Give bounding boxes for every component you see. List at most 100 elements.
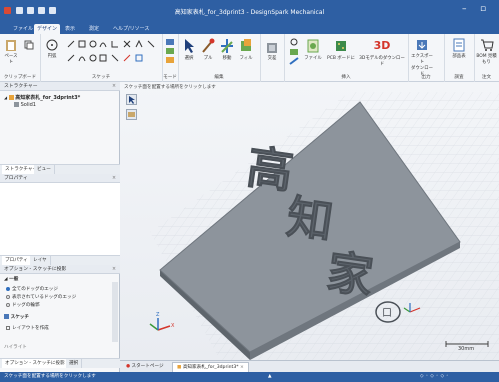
insert-file-button[interactable]: ファイル bbox=[302, 38, 324, 61]
ribbon-group-output: エクスポート ダウンロード 出力 bbox=[408, 34, 445, 82]
section-general[interactable]: ◢ 一般 bbox=[4, 276, 18, 282]
status-bar: スケッチ面を配置する場所をクリックします ▲ ◇◦◇◦◇◦ bbox=[0, 372, 499, 382]
checkbox-create-layout[interactable]: レイアウトを作成 bbox=[6, 325, 49, 331]
tree-item-solid[interactable]: Solid1 bbox=[14, 102, 36, 108]
ribbon-group-label: 出力 bbox=[421, 75, 431, 80]
options-footer: ハイライト bbox=[4, 345, 27, 350]
mode-icons[interactable] bbox=[165, 38, 175, 64]
section-sketch[interactable]: スケッチ bbox=[4, 314, 29, 320]
properties-panel-header: プロパティ × bbox=[0, 174, 120, 183]
3d-model-download-button[interactable]: 3D 3Dモデルのダウンロード bbox=[358, 38, 406, 67]
tab-properties[interactable]: プロパティ bbox=[2, 256, 32, 265]
ribbon-group-sketch: 円弧 スケッチ bbox=[40, 34, 163, 82]
ribbon-group-insert: ファイル PCB ボードに 3D 3Dモデルのダウンロード 挿入 bbox=[284, 34, 409, 82]
title-bar: 高知家表札_for_3dprint3 - DesignSpark Mechani… bbox=[0, 0, 499, 22]
radio-visible-edges[interactable]: 表示されているドッグのエッジ bbox=[6, 294, 76, 300]
export-button[interactable]: エクスポート ダウンロード bbox=[409, 38, 435, 77]
radio-icon bbox=[6, 286, 10, 291]
structure-panel-title: ストラクチャー bbox=[4, 84, 38, 89]
structure-tabs: ストラクチャー ビュー bbox=[0, 164, 120, 174]
ribbon-group-order: BOM 見積もり 注文 bbox=[474, 34, 499, 82]
arc-button[interactable]: 円弧 bbox=[44, 38, 60, 59]
select-button[interactable]: 選択 bbox=[180, 38, 198, 61]
radio-all-edges[interactable]: 全てのドッグのエッジ bbox=[6, 286, 58, 292]
ribbon-group-label: モード bbox=[163, 75, 177, 80]
minimize-icon[interactable]: – bbox=[462, 5, 467, 14]
menu-tab-measure[interactable]: 測定 bbox=[86, 24, 102, 34]
menu-bar: ファイル デザイン 表示 測定 ヘルプ/リソース bbox=[0, 22, 499, 34]
status-filter-icon[interactable]: ▲ bbox=[268, 372, 272, 382]
sketch-tools-icon[interactable] bbox=[66, 39, 158, 67]
svg-text:Z: Z bbox=[156, 312, 160, 318]
plate-char-2: 知 bbox=[283, 189, 336, 249]
ribbon-group-label: クリップボード bbox=[3, 75, 37, 80]
menu-tab-design[interactable]: デザイン bbox=[34, 24, 61, 34]
properties-panel-title: プロパティ bbox=[4, 176, 28, 181]
restore-icon[interactable]: ▫ bbox=[480, 5, 486, 14]
pull-icon bbox=[202, 38, 215, 53]
svg-text:X: X bbox=[171, 323, 175, 329]
tab-options[interactable]: オプション - スケッチに投影 bbox=[2, 359, 69, 368]
insert-small-icons[interactable] bbox=[288, 38, 300, 66]
ribbon-group-clipboard: ペースト クリップボード bbox=[0, 34, 41, 82]
move-button[interactable]: 移動 bbox=[218, 38, 236, 61]
pin-icon[interactable]: × bbox=[112, 265, 116, 274]
menu-tab-display[interactable]: 表示 bbox=[62, 24, 78, 34]
expand-icon[interactable]: ◢ bbox=[4, 95, 7, 100]
fill-icon bbox=[241, 39, 251, 51]
pull-button[interactable]: プル bbox=[199, 38, 217, 61]
options-panel-title: オプション - スケッチに投影 bbox=[4, 267, 67, 272]
tab-layers[interactable]: レイヤ bbox=[30, 256, 51, 265]
left-pane: ストラクチャー × ◢ 高知家表札_for_3dprint3* Solid1 ス… bbox=[0, 82, 120, 372]
copy-icon bbox=[24, 40, 34, 50]
solid-icon bbox=[14, 102, 19, 107]
intersect-button[interactable]: 交差 bbox=[262, 42, 282, 61]
plate-char-1: 高 bbox=[243, 139, 296, 199]
pin-icon[interactable]: × bbox=[112, 174, 116, 183]
sketch-icon bbox=[4, 314, 9, 319]
ribbon-group-investigate: 部品表 調査 bbox=[444, 34, 475, 82]
tree-item-root[interactable]: ◢ 高知家表札_for_3dprint3* bbox=[4, 94, 80, 101]
seal-glyph: 口 bbox=[382, 308, 392, 319]
scale-label: 30mm bbox=[458, 346, 475, 352]
options-panel-header: オプション - スケッチに投影 × bbox=[0, 265, 120, 274]
menu-tab-file[interactable]: ファイル bbox=[10, 24, 36, 34]
radio-outline[interactable]: ドッグの輪郭 bbox=[6, 302, 40, 308]
properties-tabs: プロパティ レイヤ bbox=[0, 255, 120, 265]
export-icon bbox=[417, 40, 427, 50]
start-icon: ● bbox=[126, 364, 131, 369]
checkbox-icon bbox=[6, 325, 10, 330]
intersect-icon bbox=[267, 43, 277, 53]
tab-select[interactable]: 選択 bbox=[66, 359, 83, 368]
status-tool-icons[interactable]: ◇◦◇◦◇◦ bbox=[420, 372, 451, 382]
pin-icon[interactable]: × bbox=[112, 82, 116, 91]
tree-solid-label: Solid1 bbox=[20, 102, 36, 108]
bom-icon bbox=[453, 38, 465, 52]
fill-button[interactable]: フィル bbox=[237, 38, 255, 61]
document-tabs: ● スタートページ ■ 高知家表札_for_3dprint3* × bbox=[120, 360, 499, 373]
ribbon: ペースト クリップボード 円弧 スケッチ モード 選択 プル 移動 フィル 編集… bbox=[0, 34, 499, 82]
ribbon-group-edit: 選択 プル 移動 フィル 編集 bbox=[178, 34, 261, 82]
arc-icon bbox=[46, 39, 58, 51]
tab-view[interactable]: ビュー bbox=[34, 165, 55, 174]
bom-button[interactable]: 部品表 bbox=[447, 38, 471, 59]
tab-start-page[interactable]: ● スタートページ bbox=[122, 362, 168, 372]
structure-panel-header: ストラクチャー × bbox=[0, 82, 120, 91]
component-icon bbox=[8, 95, 14, 100]
3d-viewport[interactable]: スケッチ面を配置する場所をクリックします 高 知 家 口 Z X 30mm bbox=[120, 82, 499, 360]
cart-icon bbox=[480, 39, 494, 51]
ribbon-group-label: 調査 bbox=[454, 75, 464, 80]
bom-quote-button[interactable]: BOM 見積もり bbox=[475, 38, 498, 65]
ribbon-group-mode: モード bbox=[162, 34, 179, 82]
ribbon-group-label: スケッチ bbox=[91, 75, 111, 80]
ribbon-group-intersect: 交差 bbox=[260, 34, 285, 82]
orientation-triad: Z X bbox=[149, 312, 175, 331]
pcb-board-button[interactable]: PCB ボードに bbox=[326, 38, 356, 61]
model-canvas[interactable]: 高 知 家 口 Z X bbox=[120, 82, 499, 360]
move-icon bbox=[221, 39, 233, 53]
options-scrollbar[interactable] bbox=[112, 282, 118, 342]
close-icon[interactable]: × bbox=[240, 365, 244, 370]
paste-button[interactable]: ペースト bbox=[3, 38, 19, 65]
copy-button[interactable] bbox=[22, 40, 36, 51]
menu-tab-help[interactable]: ヘルプ/リソース bbox=[110, 24, 152, 34]
